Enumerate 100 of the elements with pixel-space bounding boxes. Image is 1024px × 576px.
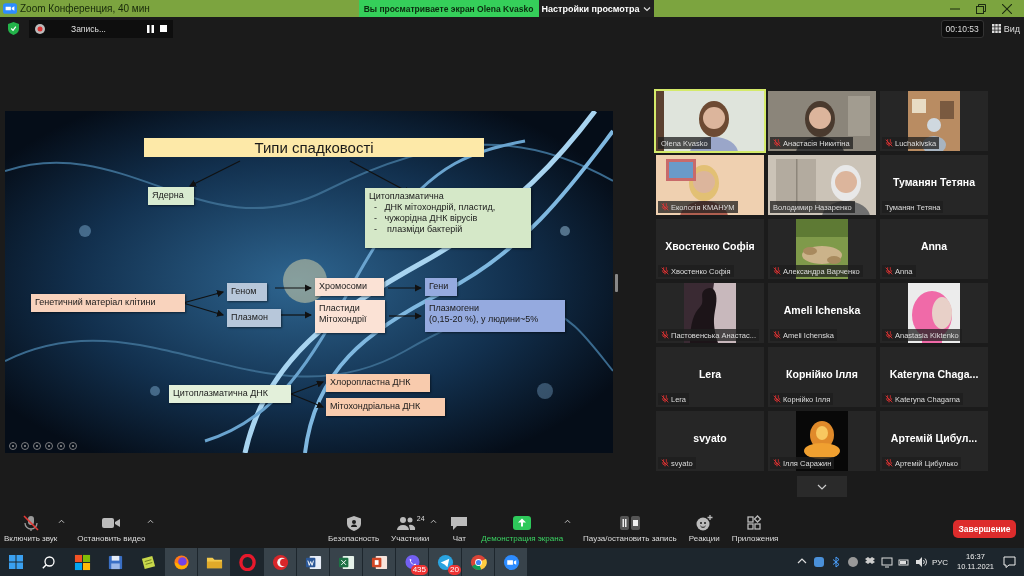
previous-icon[interactable] [9, 442, 17, 450]
chat-bubble-icon[interactable] [813, 556, 825, 568]
close-icon[interactable] [1002, 3, 1012, 14]
diagram-box: Пластиди Мітохондрії [315, 300, 385, 333]
display-name: Корнійко Ілля [786, 368, 858, 380]
browser-icon [172, 553, 190, 571]
search-icon [41, 555, 55, 569]
toolbar-button[interactable]: Остановить видео [77, 515, 146, 543]
muted-mic-icon [661, 331, 669, 339]
floppy-icon [106, 553, 124, 571]
display-name: svyato [693, 432, 727, 444]
toolbar-button[interactable]: Включить звук [4, 515, 58, 543]
muted-mic-icon [661, 267, 669, 275]
taskbar-app[interactable] [330, 548, 362, 576]
taskbar-app[interactable]: 20 [429, 548, 461, 576]
taskbar-app[interactable] [363, 548, 395, 576]
toolbar-button[interactable]: Реакции [688, 515, 720, 543]
muted-mic-icon [20, 515, 41, 531]
display-name: Ameli Ichenska [783, 304, 861, 316]
people-icon [395, 515, 416, 531]
muted-mic-icon [773, 139, 781, 147]
notification-badge: 20 [448, 565, 461, 575]
arrow [182, 302, 225, 317]
view-options-button[interactable]: Настройки просмотра [538, 0, 654, 17]
video-camera-icon [3, 3, 17, 14]
muted-mic-icon [885, 139, 893, 147]
share-banner: Вы просматриваете экран Olena Kvasko [358, 0, 539, 17]
end-meeting-button[interactable]: Завершение [953, 520, 1016, 538]
muted-mic-icon [885, 459, 893, 467]
arrow [388, 312, 423, 320]
muted-mic-icon [773, 331, 781, 339]
toolbar-button[interactable]: Пауза/остановить запись [583, 515, 677, 543]
muted-mic-icon [773, 395, 781, 403]
diagram-box: Гени [425, 278, 457, 296]
diagram-box: Ядерна [148, 187, 194, 205]
diagram-box: Хлоропластна ДНК [326, 374, 430, 392]
diagram-box: Цитоплазматична ДНК [169, 385, 291, 403]
taskbar-app[interactable] [495, 548, 527, 576]
arrow [182, 290, 225, 304]
caret-icon[interactable] [146, 519, 154, 524]
resize-handle[interactable] [615, 274, 618, 292]
caret-icon[interactable] [564, 519, 572, 524]
video-camera-icon [101, 515, 122, 531]
taskbar-app[interactable] [264, 548, 296, 576]
tiles-icon [73, 553, 91, 571]
display-name: Хвостенко Софія [665, 240, 755, 252]
wheel-icon [469, 553, 487, 571]
toolbar-button[interactable]: Безопасность [328, 515, 380, 543]
spreadsheet-icon [337, 553, 355, 571]
slide-title: Типи спадковості [144, 138, 484, 157]
display-name: Артемій Цибул... [890, 432, 978, 444]
taskbar-app[interactable] [297, 548, 329, 576]
taskbar-app[interactable]: 435 [396, 548, 428, 576]
muted-mic-icon [773, 267, 781, 275]
circle-icon[interactable] [847, 556, 859, 568]
pause-icon[interactable] [147, 24, 154, 33]
next-icon[interactable] [21, 442, 29, 450]
toolbar-button[interactable]: Чат [449, 515, 470, 543]
muted-mic-icon [661, 459, 669, 467]
notification-badge: 435 [410, 565, 428, 575]
caret-icon[interactable] [58, 519, 66, 524]
muted-mic-icon [661, 203, 669, 211]
arrow [387, 284, 423, 292]
restore-icon[interactable] [976, 3, 986, 14]
monitor-icon[interactable] [881, 556, 893, 568]
chat-icon [449, 515, 470, 531]
caret-icon[interactable] [430, 519, 438, 524]
shield-icon[interactable] [8, 22, 19, 35]
view-button[interactable]: Вид [991, 23, 1020, 34]
more-icon[interactable] [69, 442, 77, 450]
diagram-box: Хромосоми [315, 278, 384, 296]
diagram-box: Генетичний матеріал клітини [31, 294, 185, 312]
diagram-box: Мітохондріальна ДНК [326, 398, 445, 416]
smiley-icon [694, 515, 715, 531]
battery-icon[interactable] [898, 556, 910, 568]
taskbar-app[interactable] [462, 548, 494, 576]
slides-icon[interactable] [45, 442, 53, 450]
ring-icon [238, 553, 256, 571]
pen-icon[interactable] [33, 442, 41, 450]
toolbar-button[interactable]: Демонстрация экрана [481, 515, 564, 543]
taskbar-app[interactable] [165, 548, 197, 576]
slides-icon [370, 553, 388, 571]
muted-mic-icon [773, 459, 781, 467]
display-name: Anna [920, 240, 948, 252]
chevron-down-icon [817, 483, 827, 490]
grid-icon [991, 24, 1001, 33]
arrow [274, 284, 313, 292]
zoom-icon[interactable] [57, 442, 65, 450]
diagram-box: Цитоплазматична - ДНК мітохондрій, пластид, - чужорідна ДНК вірусів - плазміди бактерій [365, 188, 531, 248]
taskbar-app[interactable] [198, 548, 230, 576]
language-indicator[interactable]: РУС [932, 557, 948, 567]
speaker-icon[interactable] [915, 556, 927, 568]
diagram-box: Плазмогени (0,15-20 %), у людини~5% [425, 300, 565, 332]
toolbar-button[interactable]: Приложения [731, 515, 779, 543]
pause-stop-icon [619, 515, 640, 531]
windows-icon [9, 555, 23, 569]
display-name: Lera [698, 368, 722, 380]
arrow [280, 311, 313, 319]
notification-icon[interactable] [1003, 556, 1016, 568]
bluetooth-icon[interactable] [830, 556, 842, 568]
